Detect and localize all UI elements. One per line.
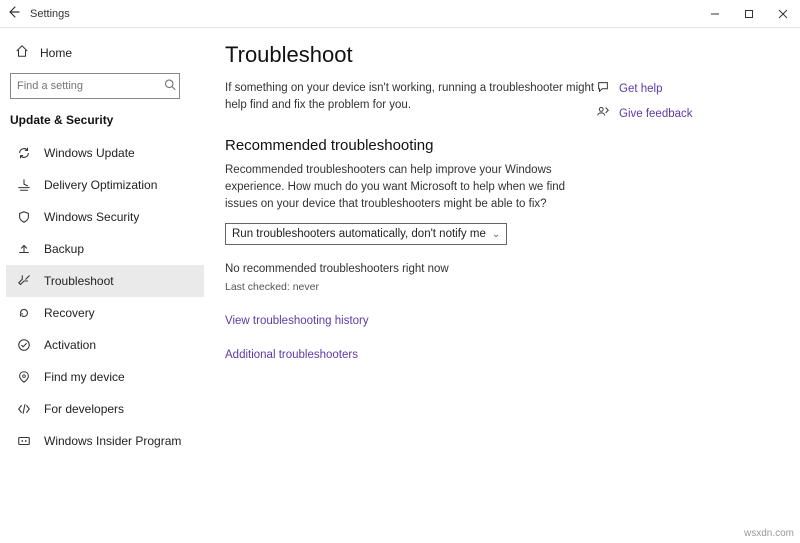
close-icon xyxy=(778,9,788,19)
status-text: No recommended troubleshooters right now xyxy=(225,263,595,275)
sidebar: Home Update & Security Windows Update De… xyxy=(0,28,205,543)
insider-icon xyxy=(16,433,32,449)
maximize-button[interactable] xyxy=(732,0,766,28)
give-feedback-link[interactable]: Give feedback xyxy=(595,101,767,126)
dropdown-value: Run troubleshooters automatically, don't… xyxy=(232,228,486,240)
troubleshooter-mode-dropdown[interactable]: Run troubleshooters automatically, don't… xyxy=(225,223,507,245)
search-input[interactable] xyxy=(10,73,180,99)
window-title: Settings xyxy=(30,8,70,20)
sidebar-item-troubleshoot[interactable]: Troubleshoot xyxy=(6,265,204,297)
sidebar-item-label: Troubleshoot xyxy=(44,274,114,288)
section-description: Recommended troubleshooters can help imp… xyxy=(225,162,595,214)
home-nav-item[interactable]: Home xyxy=(6,38,204,67)
help-label: Get help xyxy=(619,83,662,95)
close-button[interactable] xyxy=(766,0,800,28)
back-arrow-icon xyxy=(8,6,20,18)
sidebar-section-header: Update & Security xyxy=(6,109,204,137)
sidebar-item-recovery[interactable]: Recovery xyxy=(6,297,204,329)
sidebar-item-label: Windows Insider Program xyxy=(44,434,181,448)
chevron-down-icon: ⌄ xyxy=(492,229,500,240)
sidebar-item-windows-security[interactable]: Windows Security xyxy=(6,201,204,233)
minimize-icon xyxy=(710,9,720,19)
app-body: Home Update & Security Windows Update De… xyxy=(0,28,800,543)
window-controls xyxy=(698,0,800,28)
page-title: Troubleshoot xyxy=(225,42,595,68)
sidebar-nav: Windows Update Delivery Optimization Win… xyxy=(6,137,204,457)
help-column: Get help Give feedback xyxy=(595,42,775,543)
back-button[interactable] xyxy=(0,6,28,21)
section-heading: Recommended troubleshooting xyxy=(225,137,595,154)
sidebar-item-label: Activation xyxy=(44,338,96,352)
last-checked-text: Last checked: never xyxy=(225,281,595,293)
backup-icon xyxy=(16,241,32,257)
sidebar-item-label: Recovery xyxy=(44,306,95,320)
sidebar-item-activation[interactable]: Activation xyxy=(6,329,204,361)
activation-icon xyxy=(16,337,32,353)
titlebar: Settings xyxy=(0,0,800,28)
home-label: Home xyxy=(40,46,72,60)
shield-icon xyxy=(16,209,32,225)
additional-troubleshooters-link[interactable]: Additional troubleshooters xyxy=(225,349,595,361)
sidebar-item-label: For developers xyxy=(44,402,124,416)
help-icon xyxy=(595,80,611,97)
page-description: If something on your device isn't workin… xyxy=(225,80,595,115)
search-container xyxy=(10,73,196,99)
delivery-icon xyxy=(16,177,32,193)
maximize-icon xyxy=(744,9,754,19)
main-area: Troubleshoot If something on your device… xyxy=(205,28,800,543)
sidebar-item-label: Backup xyxy=(44,242,84,256)
sidebar-item-for-developers[interactable]: For developers xyxy=(6,393,204,425)
sidebar-item-find-my-device[interactable]: Find my device xyxy=(6,361,204,393)
sidebar-item-label: Windows Update xyxy=(44,146,135,160)
sidebar-item-label: Windows Security xyxy=(44,210,139,224)
troubleshoot-icon xyxy=(16,273,32,289)
location-icon xyxy=(16,369,32,385)
watermark: wsxdn.com xyxy=(744,528,794,539)
minimize-button[interactable] xyxy=(698,0,732,28)
view-history-link[interactable]: View troubleshooting history xyxy=(225,315,595,327)
get-help-link[interactable]: Get help xyxy=(595,76,767,101)
search-icon xyxy=(164,79,176,94)
developers-icon xyxy=(16,401,32,417)
home-icon xyxy=(14,44,30,61)
sidebar-item-backup[interactable]: Backup xyxy=(6,233,204,265)
recovery-icon xyxy=(16,305,32,321)
feedback-label: Give feedback xyxy=(619,108,693,120)
sidebar-item-label: Find my device xyxy=(44,370,125,384)
sidebar-item-label: Delivery Optimization xyxy=(44,178,157,192)
sidebar-item-delivery-optimization[interactable]: Delivery Optimization xyxy=(6,169,204,201)
sidebar-item-windows-update[interactable]: Windows Update xyxy=(6,137,204,169)
feedback-icon xyxy=(595,105,611,122)
sidebar-item-insider-program[interactable]: Windows Insider Program xyxy=(6,425,204,457)
sync-icon xyxy=(16,145,32,161)
content-column: Troubleshoot If something on your device… xyxy=(225,42,595,543)
